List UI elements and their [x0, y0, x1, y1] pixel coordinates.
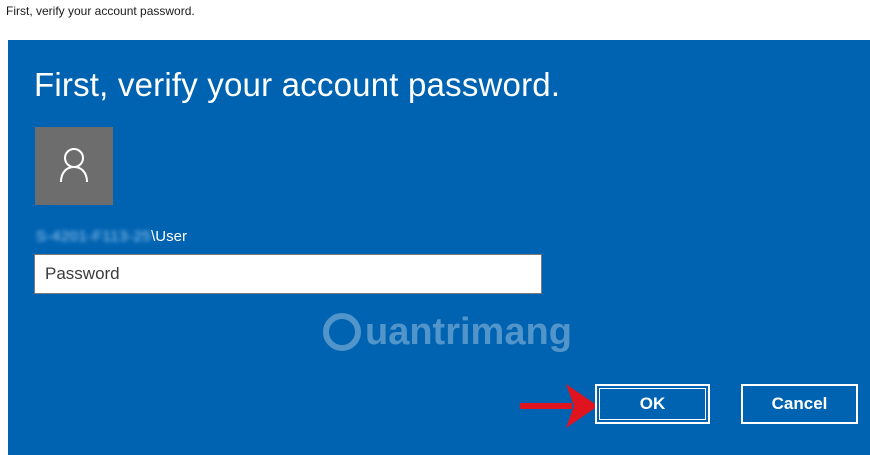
account-name-blurred: S-4201-F113-25 — [36, 228, 152, 245]
watermark: uantrimang — [323, 305, 572, 359]
cancel-button[interactable]: Cancel — [741, 384, 858, 424]
bulb-icon — [323, 313, 361, 351]
watermark-text: uantrimang — [365, 310, 572, 353]
avatar — [35, 127, 113, 205]
window-title: First, verify your account password. — [6, 4, 195, 18]
verify-password-dialog: First, verify your account password. S-4… — [8, 40, 870, 455]
red-arrow-icon — [520, 384, 598, 428]
account-name: S-4201-F113-25\User — [36, 228, 187, 245]
dialog-heading: First, verify your account password. — [34, 66, 561, 103]
ok-button[interactable]: OK — [595, 384, 710, 424]
password-input[interactable] — [35, 255, 541, 293]
password-field[interactable] — [34, 254, 542, 294]
user-icon — [60, 148, 88, 183]
account-name-suffix: \User — [151, 228, 187, 245]
